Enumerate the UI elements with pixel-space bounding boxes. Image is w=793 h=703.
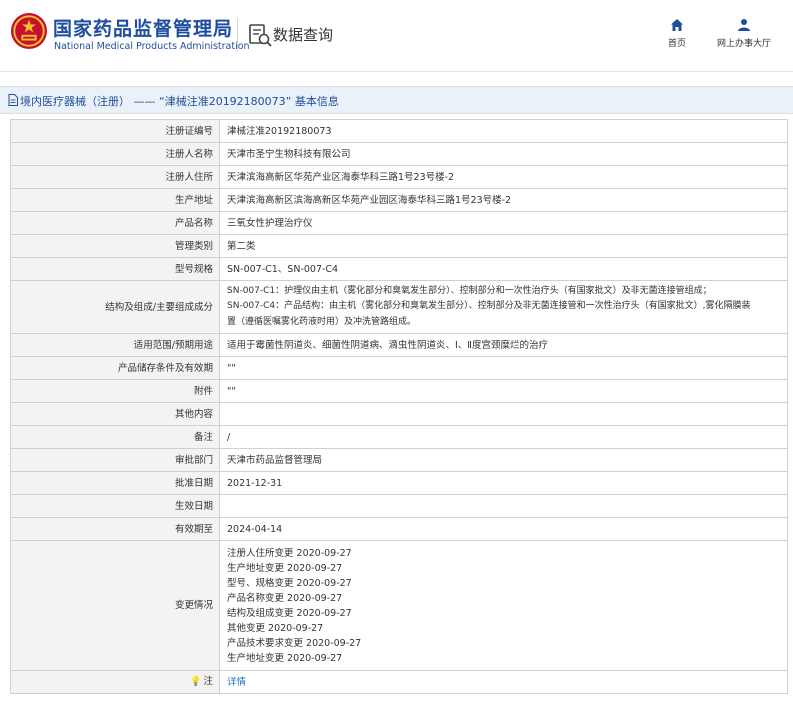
row-value: 适用于霉菌性阴道炎、细菌性阴道病、滴虫性阴道炎、Ⅰ、Ⅱ度宫颈糜烂的治疗 xyxy=(219,333,788,357)
registration-detail-table: 注册证编号 津械注准20192180073 注册人名称 天津市圣宁生物科技有限公… xyxy=(10,119,788,694)
row-value: 三氧女性护理治疗仪 xyxy=(219,211,788,235)
row-label: 结构及组成/主要组成成分 xyxy=(10,280,220,334)
nav-home-label: 首页 xyxy=(667,39,686,49)
table-row: 型号规格 SN-007-C1、SN-007-C4 xyxy=(10,257,788,281)
row-value xyxy=(219,494,788,518)
row-label: 注册证编号 xyxy=(10,119,220,143)
table-row: 产品名称 三氧女性护理治疗仪 xyxy=(10,211,788,235)
row-value: 天津滨海高新区滨海高新区华苑产业园区海泰华科三路1号23号楼-2 xyxy=(219,188,788,212)
header-divider xyxy=(237,18,238,52)
data-query-icon xyxy=(249,24,272,47)
note-label: 注 xyxy=(203,676,213,687)
table-row: 其他内容 xyxy=(10,402,788,426)
row-value: "" xyxy=(219,356,788,380)
structure-line: SN-007-C1：护理仪由主机（雾化部分和臭氧发生部分）、控制部分和一次性治疗… xyxy=(227,285,712,296)
row-label: 其他内容 xyxy=(10,402,220,426)
structure-line: 置（遵循医嘱雾化药液时用）及冲洗管路组成。 xyxy=(227,316,417,327)
row-value: SN-007-C1、SN-007-C4 xyxy=(219,257,788,281)
row-label: 变更情况 xyxy=(10,540,220,671)
table-row: 备注 / xyxy=(10,425,788,449)
row-label: 注册人名称 xyxy=(10,142,220,166)
change-item: 生产地址变更 2020-09-27 xyxy=(227,562,343,574)
row-label: 适用范围/预期用途 xyxy=(10,333,220,357)
row-label: 附件 xyxy=(10,379,220,403)
row-label: 产品储存条件及有效期 xyxy=(10,356,220,380)
row-label: 批准日期 xyxy=(10,471,220,495)
national-emblem-icon[interactable] xyxy=(10,12,48,50)
nav-online-hall[interactable]: 网上办事大厅 xyxy=(713,18,775,49)
site-name-cn[interactable]: 国家药品监督管理局 xyxy=(53,14,233,41)
row-value: 第二类 xyxy=(219,234,788,258)
nav-home[interactable]: 首页 xyxy=(662,18,692,49)
table-row: 附件 "" xyxy=(10,379,788,403)
row-value: 2024-04-14 xyxy=(219,517,788,541)
nav-online-hall-label: 网上办事大厅 xyxy=(716,39,771,49)
table-row: 生效日期 xyxy=(10,494,788,518)
change-item: 产品技术要求变更 2020-09-27 xyxy=(227,637,362,649)
table-row: 注册人名称 天津市圣宁生物科技有限公司 xyxy=(10,142,788,166)
site-name-en[interactable]: National Medical Products Administration xyxy=(54,41,250,52)
row-label: 型号规格 xyxy=(10,257,220,281)
change-item: 注册人住所变更 2020-09-27 xyxy=(227,547,352,559)
details-link[interactable]: 详情 xyxy=(227,677,246,688)
row-label: 产品名称 xyxy=(10,211,220,235)
change-item: 产品名称变更 2020-09-27 xyxy=(227,592,343,604)
row-label: 注册人住所 xyxy=(10,165,220,189)
table-row: 注册证编号 津械注准20192180073 xyxy=(10,119,788,143)
site-header: 国家药品监督管理局 National Medical Products Admi… xyxy=(0,0,793,72)
row-value xyxy=(219,402,788,426)
breadcrumb-text: 境内医疗器械（注册） —— “津械注准20192180073” 基本信息 xyxy=(20,95,339,108)
row-label: 审批部门 xyxy=(10,448,220,472)
row-value: 天津市圣宁生物科技有限公司 xyxy=(219,142,788,166)
row-value: SN-007-C1：护理仪由主机（雾化部分和臭氧发生部分）、控制部分和一次性治疗… xyxy=(219,280,788,334)
row-value: / xyxy=(219,425,788,449)
row-label: 生效日期 xyxy=(10,494,220,518)
row-value: 2021-12-31 xyxy=(219,471,788,495)
row-label: 有效期至 xyxy=(10,517,220,541)
table-row: 注册人住所 天津滨海高新区华苑产业区海泰华科三路1号23号楼-2 xyxy=(10,165,788,189)
user-icon xyxy=(738,19,750,31)
structure-line: SN-007-C4：产品结构：由主机（雾化部分和臭氧发生部分）、控制部分及非无菌… xyxy=(227,301,751,312)
change-item: 结构及组成变更 2020-09-27 xyxy=(227,607,352,619)
change-item: 其他变更 2020-09-27 xyxy=(227,622,324,634)
row-label: 管理类别 xyxy=(10,234,220,258)
row-value: 津械注准20192180073 xyxy=(219,119,788,143)
table-row: 审批部门 天津市药品监督管理局 xyxy=(10,448,788,472)
row-value: 详情 xyxy=(219,670,788,694)
table-row: 结构及组成/主要组成成分 SN-007-C1：护理仪由主机（雾化部分和臭氧发生部… xyxy=(10,280,788,334)
table-row: 产品储存条件及有效期 "" xyxy=(10,356,788,380)
row-label: 💡 注 xyxy=(10,670,220,694)
row-value: 注册人住所变更 2020-09-27 生产地址变更 2020-09-27 型号、… xyxy=(219,540,788,671)
breadcrumb: 境内医疗器械（注册） —— “津械注准20192180073” 基本信息 xyxy=(0,86,793,114)
table-row: 生产地址 天津滨海高新区滨海高新区华苑产业园区海泰华科三路1号23号楼-2 xyxy=(10,188,788,212)
table-row: 💡 注 详情 xyxy=(10,670,788,694)
document-icon xyxy=(8,94,18,106)
home-icon xyxy=(671,19,683,31)
table-row: 批准日期 2021-12-31 xyxy=(10,471,788,495)
row-label: 生产地址 xyxy=(10,188,220,212)
table-row: 适用范围/预期用途 适用于霉菌性阴道炎、细菌性阴道病、滴虫性阴道炎、Ⅰ、Ⅱ度宫颈… xyxy=(10,333,788,357)
row-value: "" xyxy=(219,379,788,403)
change-item: 生产地址变更 2020-09-27 xyxy=(227,652,343,664)
row-value: 天津市药品监督管理局 xyxy=(219,448,788,472)
table-row: 管理类别 第二类 xyxy=(10,234,788,258)
page-title: 数据查询 xyxy=(273,26,334,44)
table-row: 有效期至 2024-04-14 xyxy=(10,517,788,541)
row-value: 天津滨海高新区华苑产业区海泰华科三路1号23号楼-2 xyxy=(219,165,788,189)
bulb-icon: 💡 xyxy=(190,677,202,687)
change-item: 型号、规格变更 2020-09-27 xyxy=(227,577,352,589)
table-row: 变更情况 注册人住所变更 2020-09-27 生产地址变更 2020-09-2… xyxy=(10,540,788,671)
row-label: 备注 xyxy=(10,425,220,449)
